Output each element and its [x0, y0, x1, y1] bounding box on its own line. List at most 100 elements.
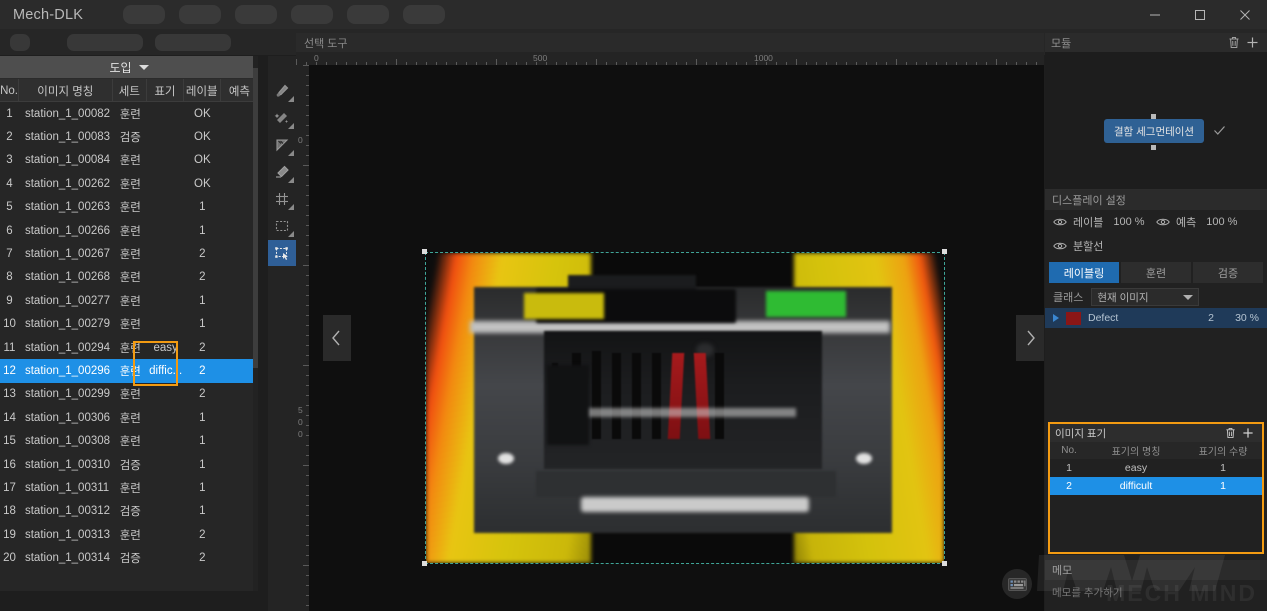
prediction-visibility-icon[interactable]	[1156, 217, 1170, 227]
cell-label: 2	[199, 388, 206, 401]
maximize-button[interactable]	[1177, 0, 1222, 29]
class-scope-select[interactable]: 현재 이미지	[1091, 288, 1200, 306]
menu-item-blurred-2[interactable]	[179, 5, 222, 24]
label-opacity-group[interactable]: 레이블 100 %	[1053, 214, 1156, 230]
import-button-label: 도입	[109, 60, 132, 75]
table-row[interactable]: 19 station_1_00313 훈련 2	[0, 523, 258, 546]
table-row[interactable]: 9 station_1_00277 훈련 1	[0, 289, 258, 312]
marking-row[interactable]: 1 easy 1	[1050, 459, 1262, 477]
module-panel-title: 모듈	[1051, 37, 1072, 50]
cell-label: 2	[199, 271, 206, 284]
column-header-mark[interactable]: 표기	[147, 79, 184, 102]
menu-item-blurred-4[interactable]	[291, 5, 334, 24]
close-button[interactable]	[1222, 0, 1267, 29]
selection-handle-tr[interactable]	[942, 249, 947, 254]
connector-inner-bar	[556, 408, 796, 417]
shortcut-help-button[interactable]	[1002, 569, 1032, 599]
toolbar2-item-blurred-3[interactable]	[155, 33, 231, 51]
table-row[interactable]: 11 station_1_00294 훈련 easy 2	[0, 336, 258, 359]
menu-item-blurred-5[interactable]	[347, 5, 390, 24]
expand-triangle-icon[interactable]	[1053, 314, 1059, 322]
module-add-button[interactable]	[1243, 34, 1261, 52]
eraser-tool[interactable]	[268, 159, 296, 185]
table-row[interactable]: 8 station_1_00268 훈련 2	[0, 266, 258, 289]
cell-no: 19	[3, 528, 16, 541]
rect-select-tool[interactable]	[268, 213, 296, 239]
image-list-scrollbar-thumb[interactable]	[253, 68, 258, 368]
cell-image-name: station_1_00310	[24, 458, 111, 471]
selection-handle-br[interactable]	[942, 561, 947, 566]
marking-row[interactable]: 2 difficult 1	[1050, 477, 1262, 495]
column-header-no[interactable]: No.	[0, 79, 20, 102]
menu-item-blurred-1[interactable]	[123, 5, 166, 24]
cell-no: 2	[6, 131, 13, 144]
table-row[interactable]: 13 station_1_00299 훈련 2	[0, 383, 258, 406]
tab-labeling[interactable]: 레이블링	[1049, 262, 1119, 283]
cell-mark	[148, 453, 184, 476]
cell-no: 15	[3, 435, 16, 448]
cell-no: 14	[3, 411, 16, 424]
label-visibility-icon[interactable]	[1053, 217, 1067, 227]
annotated-image[interactable]	[426, 253, 944, 563]
polygon-tool[interactable]	[268, 132, 296, 158]
table-row[interactable]: 10 station_1_00279 훈련 1	[0, 313, 258, 336]
cell-no: 6	[6, 224, 13, 237]
transform-tool[interactable]	[268, 240, 296, 266]
table-row[interactable]: 12 station_1_00296 훈련 diffic... 2	[0, 359, 258, 383]
column-header-label[interactable]: 레이블	[184, 79, 221, 102]
image-viewport[interactable]	[309, 65, 1044, 611]
cell-image-name: station_1_00267	[24, 248, 111, 261]
class-color-swatch[interactable]	[1066, 311, 1081, 325]
table-row[interactable]: 15 station_1_00308 훈련 1	[0, 429, 258, 452]
label-opacity-value[interactable]: 100 %	[1113, 216, 1144, 228]
class-row-defect[interactable]: Defect 2 30 %	[1045, 308, 1267, 328]
image-table: No. 이미지 명칭 세트 표기 레이블 예측 1 station_1_00082…	[0, 79, 258, 570]
module-node-handle-top[interactable]	[1151, 114, 1156, 119]
tab-validation[interactable]: 검증	[1193, 262, 1263, 283]
cell-label: 1	[199, 294, 206, 307]
memo-input[interactable]	[1045, 580, 1267, 606]
toolbar2-item-blurred-2[interactable]	[67, 33, 143, 51]
cell-no: 20	[3, 552, 16, 565]
module-node-defect-segmentation[interactable]: 결함 세그먼테이션	[1104, 119, 1204, 143]
table-row[interactable]: 1 station_1_00082 훈련 OK	[0, 102, 258, 125]
table-row[interactable]: 2 station_1_00083 검증 OK	[0, 125, 258, 148]
table-row[interactable]: 20 station_1_00314 검증 2	[0, 546, 258, 569]
image-list-scrollbar[interactable]	[253, 56, 258, 591]
magic-wand-tool[interactable]	[268, 105, 296, 131]
split-line-row[interactable]: 분할선	[1045, 234, 1267, 258]
marking-delete-button[interactable]	[1221, 424, 1239, 442]
table-row[interactable]: 3 station_1_00084 훈련 OK	[0, 149, 258, 172]
next-image-button[interactable]	[1016, 315, 1044, 361]
prediction-opacity-group[interactable]: 예측 100 %	[1156, 214, 1259, 230]
split-line-visibility-icon[interactable]	[1053, 241, 1067, 251]
import-button[interactable]: 도입	[0, 56, 258, 79]
table-row[interactable]: 14 station_1_00306 훈련 1	[0, 406, 258, 429]
module-graph-canvas[interactable]: 결함 세그먼테이션	[1045, 52, 1267, 190]
table-row[interactable]: 5 station_1_00263 훈련 1	[0, 196, 258, 219]
table-row[interactable]: 6 station_1_00266 훈련 1	[0, 219, 258, 242]
selection-handle-tl[interactable]	[422, 249, 427, 254]
column-header-set[interactable]: 세트	[113, 79, 148, 102]
marking-add-button[interactable]	[1239, 424, 1257, 442]
tab-training[interactable]: 훈련	[1121, 262, 1191, 283]
table-row[interactable]: 17 station_1_00311 훈련 1	[0, 476, 258, 499]
grid-tool[interactable]	[268, 186, 296, 212]
canvas-header-label: 선택 도구	[304, 37, 348, 50]
prediction-opacity-value[interactable]: 100 %	[1206, 216, 1237, 228]
column-header-name[interactable]: 이미지 명칭	[19, 79, 113, 102]
minimize-button[interactable]	[1132, 0, 1177, 29]
menu-item-blurred-3[interactable]	[235, 5, 278, 24]
selection-handle-bl[interactable]	[422, 561, 427, 566]
keyboard-icon	[1007, 577, 1027, 591]
previous-image-button[interactable]	[323, 315, 351, 361]
table-row[interactable]: 16 station_1_00310 검증 1	[0, 453, 258, 476]
toolbar2-item-blurred-1[interactable]	[10, 33, 30, 51]
table-row[interactable]: 4 station_1_00262 훈련 OK	[0, 172, 258, 195]
menu-item-blurred-6[interactable]	[403, 5, 446, 24]
module-node-handle-bottom[interactable]	[1151, 145, 1156, 150]
module-delete-button[interactable]	[1225, 34, 1243, 52]
brush-tool[interactable]	[268, 78, 296, 104]
table-row[interactable]: 18 station_1_00312 검증 1	[0, 500, 258, 523]
table-row[interactable]: 7 station_1_00267 훈련 2	[0, 242, 258, 265]
